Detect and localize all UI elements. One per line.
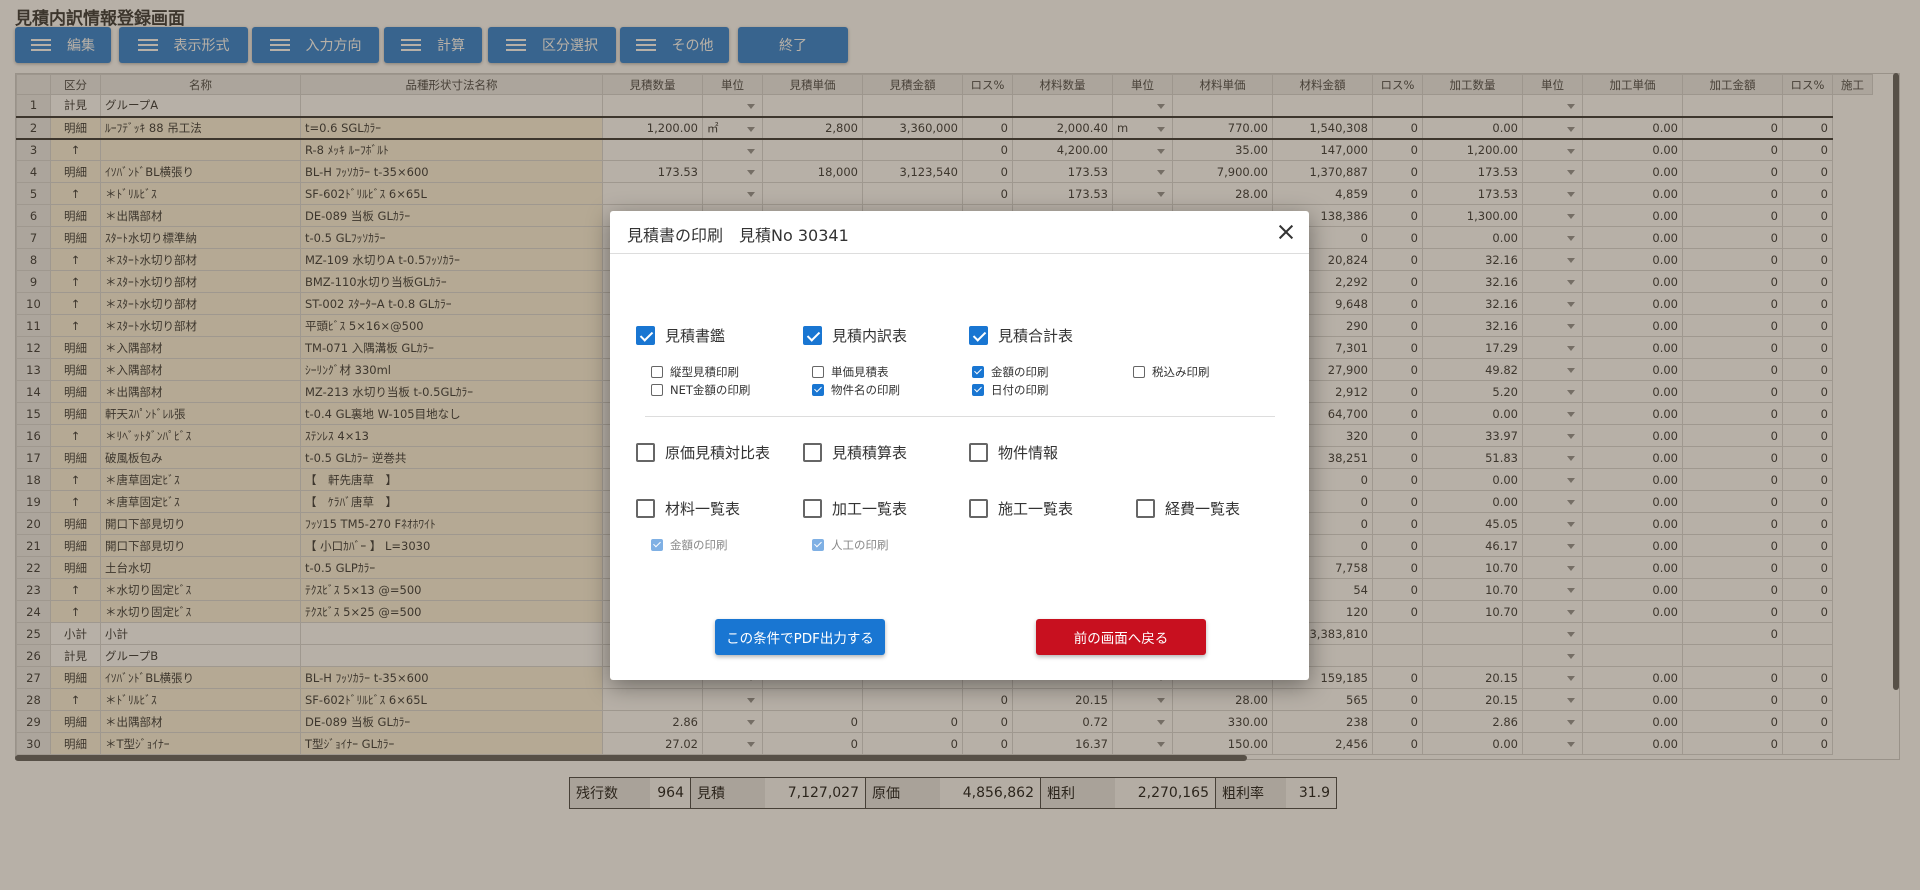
checkbox-tategata[interactable]: 縦型見積印刷: [651, 364, 739, 380]
checkbox-label: 物件名の印刷: [831, 383, 900, 397]
checkbox-label: NET金額の印刷: [670, 383, 751, 397]
checkbox-label: 金額の印刷: [991, 365, 1049, 379]
checkbox-label: 原価見積対比表: [665, 444, 771, 462]
print-dialog: 見積書の印刷 見積No 30341 見積書鑑 見積内訳表 見積合計表 縦型見積印…: [610, 211, 1309, 680]
checkbox-mitsumori-kagami[interactable]: 見積書鑑: [636, 325, 725, 346]
checkbox-box[interactable]: [812, 384, 824, 396]
checkbox-label: 見積合計表: [998, 327, 1074, 345]
checkbox-box[interactable]: [812, 366, 824, 378]
checkbox-label: 単価見積表: [831, 365, 889, 379]
checkbox-label: 物件情報: [998, 444, 1059, 462]
checkbox-label: 経費一覧表: [1165, 500, 1241, 518]
checkbox-keihi[interactable]: 経費一覧表: [1136, 498, 1240, 519]
dialog-header: 見積書の印刷 見積No 30341: [610, 211, 1309, 254]
checkbox-box[interactable]: [636, 499, 655, 518]
checkbox-bukken-jouhou[interactable]: 物件情報: [969, 442, 1058, 463]
checkbox-zeikomi[interactable]: 税込み印刷: [1133, 364, 1210, 380]
checkbox-bukken-mei[interactable]: 物件名の印刷: [812, 382, 900, 398]
checkbox-box[interactable]: [1136, 499, 1155, 518]
section-divider: [645, 416, 1275, 417]
checkbox-label: 人工の印刷: [831, 538, 889, 552]
checkbox-kingaku[interactable]: 金額の印刷: [972, 364, 1049, 380]
checkbox-box[interactable]: [651, 366, 663, 378]
checkbox-hizuke[interactable]: 日付の印刷: [972, 382, 1049, 398]
checkbox-label: 縦型見積印刷: [670, 365, 739, 379]
checkbox-genka-taihi[interactable]: 原価見積対比表: [636, 442, 770, 463]
checkbox-label: 加工一覧表: [832, 500, 908, 518]
checkbox-tanka[interactable]: 単価見積表: [812, 364, 889, 380]
checkbox-goukei[interactable]: 見積合計表: [969, 325, 1073, 346]
checkbox-box[interactable]: [651, 384, 663, 396]
checkbox-label: 見積書鑑: [665, 327, 726, 345]
checkbox-box[interactable]: [636, 326, 655, 345]
checkbox-box[interactable]: [803, 443, 822, 462]
checkbox-label: 税込み印刷: [1152, 365, 1210, 379]
checkbox-label: 見積積算表: [832, 444, 908, 462]
checkbox-label: 日付の印刷: [991, 383, 1049, 397]
checkbox-net-kingaku[interactable]: NET金額の印刷: [651, 382, 750, 398]
checkbox-zairyou-kingaku[interactable]: 金額の印刷: [651, 537, 728, 553]
checkbox-jinkou[interactable]: 人工の印刷: [812, 537, 889, 553]
checkbox-sekisan[interactable]: 見積積算表: [803, 442, 907, 463]
checkbox-zairyou[interactable]: 材料一覧表: [636, 498, 740, 519]
checkbox-box[interactable]: [969, 499, 988, 518]
checkbox-box[interactable]: [812, 539, 824, 551]
checkbox-box[interactable]: [803, 326, 822, 345]
checkbox-box[interactable]: [636, 443, 655, 462]
checkbox-label: 施工一覧表: [998, 500, 1074, 518]
checkbox-box[interactable]: [972, 384, 984, 396]
checkbox-box[interactable]: [969, 443, 988, 462]
checkbox-box[interactable]: [972, 366, 984, 378]
checkbox-label: 金額の印刷: [670, 538, 728, 552]
checkbox-box[interactable]: [803, 499, 822, 518]
checkbox-box[interactable]: [969, 326, 988, 345]
checkbox-label: 材料一覧表: [665, 500, 741, 518]
checkbox-box[interactable]: [651, 539, 663, 551]
back-button[interactable]: 前の画面へ戻る: [1036, 619, 1206, 655]
checkbox-label: 見積内訳表: [832, 327, 908, 345]
checkbox-kakou[interactable]: 加工一覧表: [803, 498, 907, 519]
close-icon[interactable]: [1275, 221, 1297, 243]
pdf-export-button[interactable]: この条件でPDF出力する: [715, 619, 885, 655]
checkbox-sekou[interactable]: 施工一覧表: [969, 498, 1073, 519]
dialog-title: 見積書の印刷 見積No 30341: [627, 226, 849, 245]
checkbox-uchiwake[interactable]: 見積内訳表: [803, 325, 907, 346]
checkbox-box[interactable]: [1133, 366, 1145, 378]
